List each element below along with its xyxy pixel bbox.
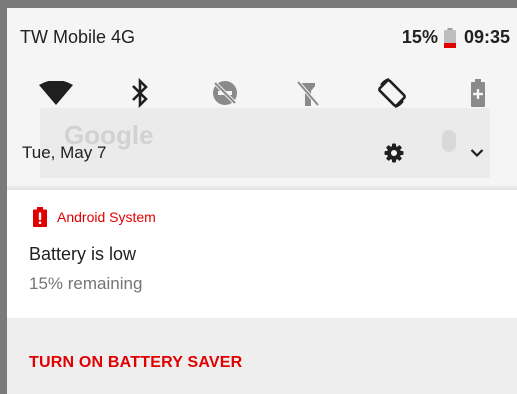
wifi-icon	[39, 81, 73, 105]
status-bar: TW Mobile 4G 15% 09:35	[7, 8, 517, 58]
notification-app-name: Android System	[57, 209, 156, 225]
shade-header-row: Tue, May 7	[7, 133, 517, 173]
carrier-name: TW Mobile 4G	[20, 27, 136, 47]
settings-button[interactable]	[379, 138, 409, 168]
auto-rotate-tile[interactable]	[367, 68, 417, 118]
bluetooth-tile[interactable]	[115, 68, 165, 118]
bluetooth-icon	[132, 78, 148, 108]
date-label: Tue, May 7	[22, 143, 107, 162]
expand-button[interactable]	[462, 138, 492, 168]
auto-rotate-icon	[378, 78, 406, 108]
notification-text: 15% remaining	[29, 274, 143, 293]
status-right: 15% 09:35	[402, 27, 510, 48]
turn-on-battery-saver-button[interactable]: TURN ON BATTERY SAVER	[29, 354, 242, 372]
gear-icon	[384, 143, 404, 163]
do-not-disturb-tile[interactable]	[200, 68, 250, 118]
chevron-down-icon	[470, 149, 484, 158]
battery-saver-icon	[471, 79, 485, 107]
notification-title: Battery is low	[29, 244, 137, 264]
clock: 09:35	[463, 27, 510, 47]
flashlight-off-icon	[296, 80, 320, 107]
notification-actions: TURN ON BATTERY SAVER	[7, 318, 517, 394]
battery-low-icon	[443, 27, 456, 48]
battery-low-notification[interactable]: Android System Battery is low 15% remain…	[7, 190, 517, 318]
battery-alert-icon	[33, 207, 47, 227]
battery-saver-tile[interactable]	[453, 68, 503, 118]
notification-shade: TW Mobile 4G 15% 09:35 Google Tue, May 7…	[7, 8, 517, 394]
do-not-disturb-off-icon	[213, 81, 237, 105]
flashlight-tile[interactable]	[283, 68, 333, 118]
battery-percent: 15%	[401, 27, 438, 47]
wifi-tile[interactable]	[31, 68, 81, 118]
quick-settings-row	[7, 68, 517, 118]
notification-header: Android System	[33, 207, 156, 227]
